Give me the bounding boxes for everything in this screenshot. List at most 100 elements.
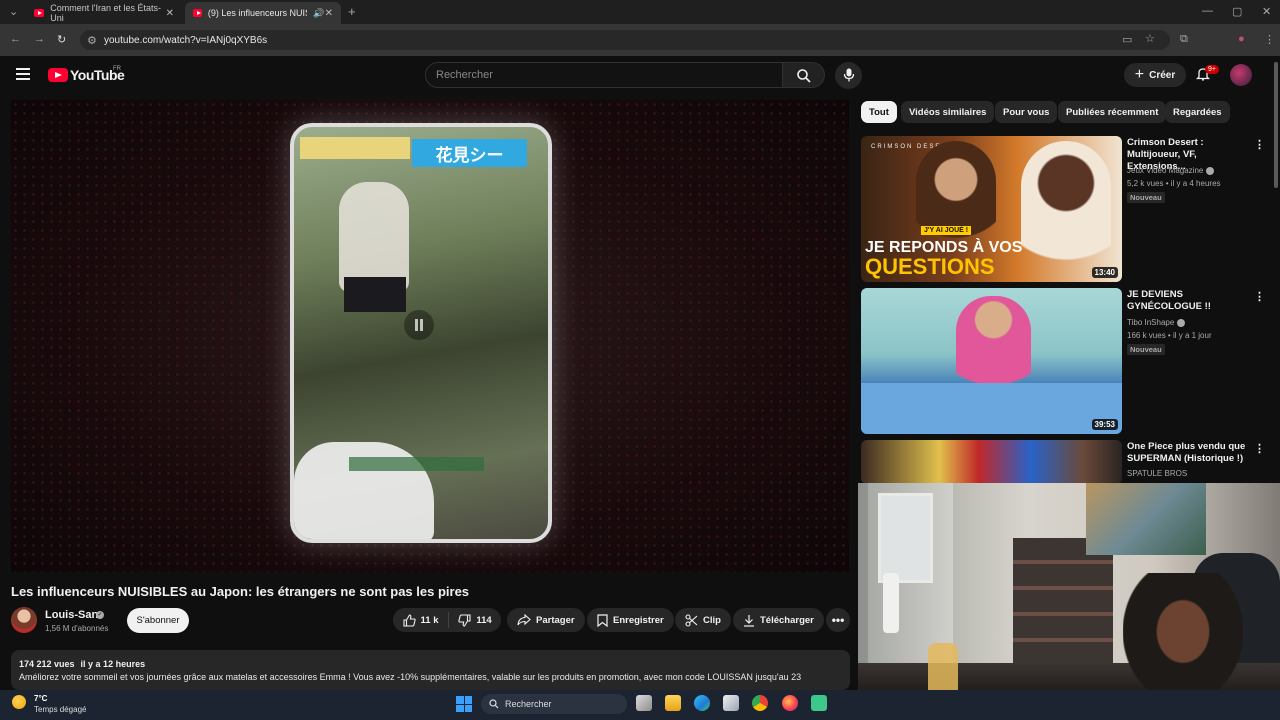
more-options-icon[interactable]: ⋮ [1254, 442, 1265, 455]
weather-icon[interactable] [12, 695, 26, 709]
audio-icon[interactable]: 🔊 [313, 8, 324, 19]
recommendation-channel[interactable]: SPATULE BROS [1127, 469, 1187, 478]
scissors-icon [685, 613, 698, 627]
pause-icon[interactable] [404, 310, 434, 340]
verified-icon [1177, 318, 1186, 327]
chrome-icon[interactable] [752, 695, 768, 711]
close-tab-icon[interactable]: ✕ [166, 8, 174, 19]
dislike-button[interactable]: 114 [449, 613, 501, 627]
webcam-overlay [858, 483, 1280, 693]
tab-list-icon[interactable]: ⌄ [9, 5, 18, 18]
edge-icon[interactable] [694, 695, 710, 711]
more-options-icon[interactable]: ⋮ [1254, 138, 1265, 151]
file-explorer-icon[interactable] [665, 695, 681, 711]
recommendation-channel[interactable]: Tibo InShape [1127, 318, 1186, 327]
description-meta: 174 212 vues il y a 12 heures [19, 659, 151, 669]
minimize-icon[interactable]: — [1202, 5, 1213, 17]
recommendation-thumbnail[interactable]: CRIMSON DESERT J'Y AI JOUÉ ! JE REPONDS … [861, 136, 1122, 282]
search-button[interactable] [783, 62, 825, 88]
recommendation-thumbnail[interactable]: 39:53 [861, 288, 1122, 434]
share-button[interactable]: Partager [507, 608, 585, 632]
recommendation-title[interactable]: One Piece plus vendu que SUPERMAN (Histo… [1127, 441, 1252, 465]
create-label: Créer [1149, 69, 1176, 81]
reload-icon[interactable]: ↻ [57, 33, 66, 46]
recommendation-channel[interactable]: Jeux Vidéo Magazine [1127, 166, 1215, 175]
plus-icon: + [1134, 66, 1145, 83]
forward-icon[interactable]: → [34, 33, 45, 45]
site-info-icon[interactable]: ⚙ [87, 34, 97, 47]
extensions-icon[interactable]: ⧉ [1180, 33, 1188, 46]
video-figure [339, 182, 409, 292]
new-badge: Nouveau [1127, 344, 1165, 355]
recommendation-thumbnail[interactable] [861, 440, 1122, 484]
search-icon [489, 699, 499, 709]
profile-icon[interactable]: ● [1238, 33, 1245, 45]
channel-name[interactable]: Louis-San [45, 609, 98, 621]
youtube-favicon-icon [34, 9, 45, 17]
new-badge: Nouveau [1127, 192, 1165, 203]
dislike-count: 114 [476, 614, 492, 626]
thumbnail-caption-2: QUESTIONS [865, 254, 995, 279]
description-box[interactable] [11, 650, 850, 690]
like-dislike-group: 11 k 114 [393, 608, 501, 632]
tab-title: (9) Les influenceurs NUISIBLE [207, 8, 307, 18]
thumbs-up-icon [402, 613, 416, 627]
voice-search-button[interactable] [835, 62, 862, 89]
firefox-icon[interactable] [782, 695, 798, 711]
store-icon[interactable] [723, 695, 739, 711]
post-date: il y a 12 heures [80, 659, 146, 669]
webcam-person [1123, 573, 1243, 693]
maximize-icon[interactable]: ▢ [1232, 5, 1242, 18]
save-label: Enregistrer [613, 614, 664, 626]
task-view-icon[interactable] [636, 695, 652, 711]
youtube-favicon-icon [193, 9, 202, 17]
save-button[interactable]: Enregistrer [587, 608, 674, 632]
subscribe-button[interactable]: S'abonner [127, 608, 189, 633]
webcam-bottle [928, 643, 958, 693]
menu-icon[interactable] [16, 68, 30, 80]
tab-influenceurs[interactable]: (9) Les influenceurs NUISIBLE 🔊 ✕ [185, 2, 341, 24]
weather-description[interactable]: Temps dégagé [34, 705, 86, 714]
cast-icon[interactable]: ▭ [1122, 33, 1132, 46]
recommendation-title[interactable]: JE DEVIENS GYNÉCOLOGUE !! [1127, 289, 1252, 313]
share-label: Partager [536, 614, 575, 626]
url-text[interactable]: youtube.com/watch?v=IANj0qXYB6s [104, 35, 267, 46]
like-button[interactable]: 11 k [393, 612, 449, 628]
chip-all[interactable]: Tout [861, 101, 897, 123]
windows-start-icon[interactable] [456, 696, 472, 712]
back-icon[interactable]: ← [10, 33, 21, 45]
video-duration: 13:40 [1091, 267, 1118, 278]
taskbar-search[interactable]: Rechercher [481, 694, 627, 714]
new-tab-icon[interactable]: + [348, 4, 356, 19]
more-actions-button[interactable]: ••• [826, 608, 850, 632]
close-window-icon[interactable]: ✕ [1262, 5, 1271, 18]
verified-icon: ✓ [96, 611, 104, 619]
microphone-icon [843, 68, 855, 82]
create-button[interactable]: + Créer [1124, 63, 1186, 87]
chip-watched[interactable]: Regardées [1165, 101, 1230, 123]
like-count: 11 k [420, 614, 439, 626]
thumbnail-person [956, 296, 1031, 391]
chip-recent[interactable]: Publiées récemment [1058, 101, 1167, 123]
app-icon[interactable] [811, 695, 827, 711]
bookmark-star-icon[interactable]: ☆ [1145, 32, 1155, 45]
account-avatar[interactable] [1230, 64, 1252, 86]
weather-temperature[interactable]: 7°C [34, 694, 47, 703]
channel-avatar[interactable] [11, 607, 37, 633]
download-button[interactable]: Télécharger [733, 608, 824, 632]
search-placeholder: Rechercher [436, 69, 493, 81]
view-count: 174 212 vues [19, 659, 75, 669]
clip-button[interactable]: Clip [675, 608, 731, 632]
chrome-menu-icon[interactable]: ⋮ [1264, 33, 1275, 46]
more-options-icon[interactable]: ⋮ [1254, 290, 1265, 303]
webcam-spray-bottle [883, 573, 899, 633]
page-scrollbar[interactable] [1274, 62, 1278, 188]
tab-iran[interactable]: Comment l'Iran et les États-Uni ✕ [26, 2, 182, 24]
chip-for-you[interactable]: Pour vous [995, 101, 1058, 123]
video-duration: 39:53 [1091, 419, 1118, 430]
thumbnail-sheet [861, 383, 1122, 434]
taskbar-search-label: Rechercher [505, 699, 552, 709]
youtube-logo-icon[interactable] [48, 68, 68, 82]
chip-similar[interactable]: Vidéos similaires [901, 101, 995, 123]
close-tab-icon[interactable]: ✕ [325, 8, 333, 19]
